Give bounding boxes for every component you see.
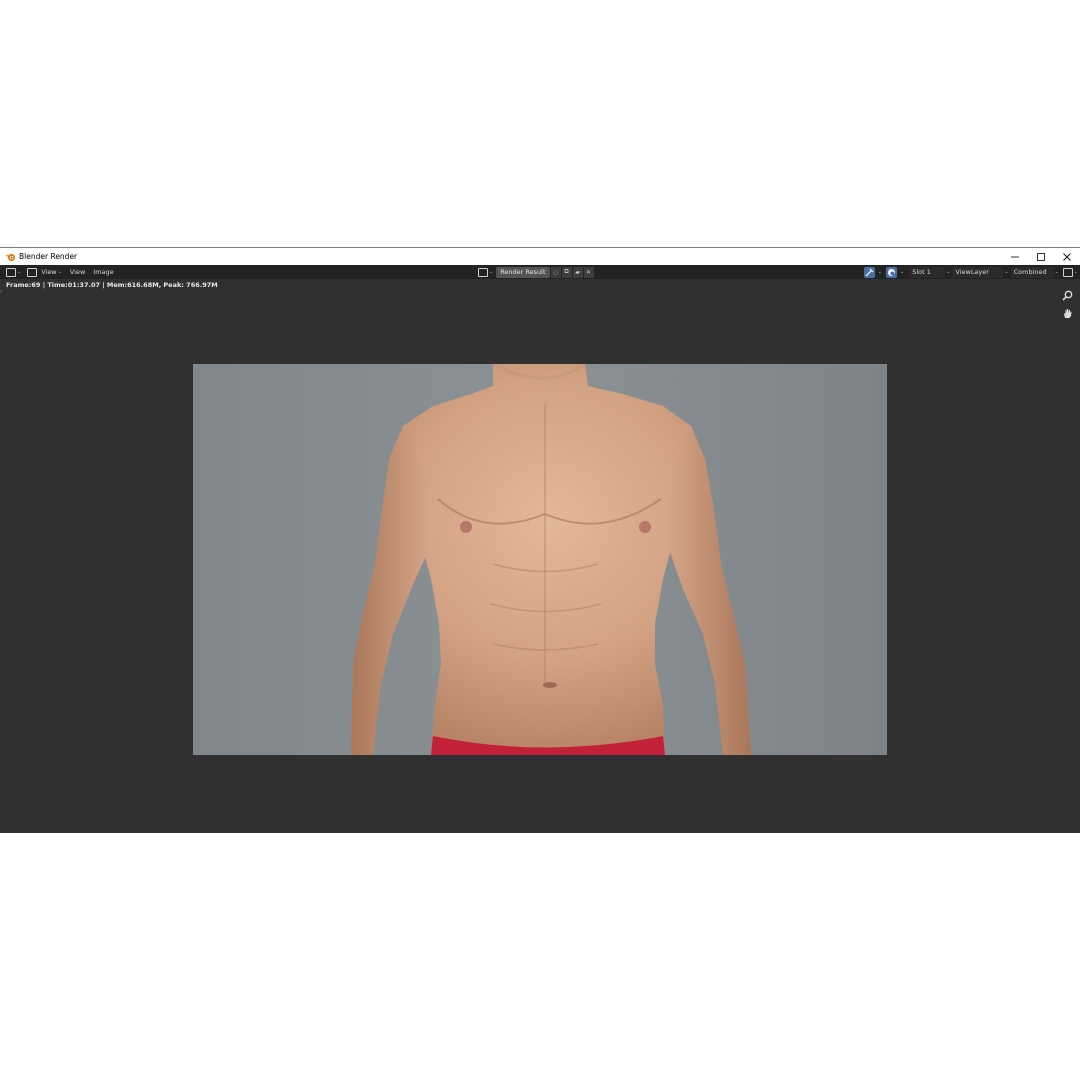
overlay-icon <box>1062 267 1073 277</box>
chevron-down-icon: ⌄ <box>489 269 494 275</box>
blender-logo-icon <box>4 251 16 263</box>
hand-pan-icon <box>1063 308 1071 318</box>
view-layer-dropdown[interactable]: ViewLayer <box>952 266 1004 278</box>
collapse-toolbar-arrow-icon[interactable]: › <box>0 288 2 295</box>
navigation-gizmos <box>1060 288 1074 324</box>
title-bar: Blender Render <box>0 248 1080 265</box>
maximize-icon <box>1037 252 1045 261</box>
torso-render <box>351 364 751 755</box>
slot-label: Slot 1 <box>912 268 931 276</box>
view-mode-button[interactable] <box>27 267 38 278</box>
chevron-down-icon: ⌄ <box>899 269 905 275</box>
chevron-down-icon: ⌄ <box>17 269 22 275</box>
close-icon: ✕ <box>585 268 592 276</box>
folder-icon: ▰ <box>575 268 580 276</box>
channels-icon <box>887 268 895 276</box>
chevron-down-icon: ⌄ <box>877 269 882 275</box>
sample-tool-button[interactable] <box>863 266 875 278</box>
duplicate-image-button[interactable]: ⧉ <box>561 266 572 278</box>
view-layer-label: ViewLayer <box>955 268 989 276</box>
chevron-down-icon: ⌄ <box>1004 269 1009 275</box>
close-icon <box>1063 252 1071 261</box>
image-editor-icon <box>6 267 16 277</box>
image-editor-header: ⌄ View ⌄ View Image ⌄ Render Result ◌ ⧉ … <box>0 265 1080 279</box>
pan-button[interactable] <box>1060 306 1074 320</box>
image-name-field[interactable]: Render Result <box>496 266 550 278</box>
chevron-down-icon: ⌄ <box>57 269 62 275</box>
chevron-down-icon: ⌄ <box>946 269 951 275</box>
chevron-down-icon: ⌄ <box>1073 269 1078 275</box>
image-browse-icon <box>478 267 488 277</box>
render-result-image <box>193 364 887 755</box>
unlink-image-button[interactable]: ✕ <box>583 266 594 278</box>
slot-dropdown[interactable]: Slot 1 <box>909 266 946 278</box>
zoom-button[interactable] <box>1060 288 1074 302</box>
open-image-button[interactable]: ▰ <box>572 266 583 278</box>
render-pass-dropdown[interactable]: Combined <box>1010 266 1054 278</box>
render-status-text: Frame:69 | Time:01:37.07 | Mem:616.68M, … <box>6 281 218 289</box>
image-selector: ⌄ Render Result ◌ ⧉ ▰ ✕ <box>478 266 594 278</box>
fake-user-button[interactable]: ◌ <box>550 266 561 278</box>
close-button[interactable] <box>1054 248 1080 265</box>
overlay-button[interactable]: ⌄ <box>1062 267 1078 278</box>
minimize-icon <box>1011 256 1019 257</box>
menu-image[interactable]: Image <box>89 268 117 276</box>
maximize-button[interactable] <box>1028 248 1054 265</box>
chevron-down-icon: ⌄ <box>1054 269 1059 275</box>
window-title: Blender Render <box>19 252 78 261</box>
blender-render-window: Blender Render ⌄ View ⌄ View Image ⌄ Ren… <box>0 247 1080 833</box>
render-pass-label: Combined <box>1013 268 1047 276</box>
zoom-icon <box>1061 290 1072 301</box>
duplicate-icon: ⧉ <box>564 268 569 275</box>
sample-icon <box>865 268 874 276</box>
display-channels-button[interactable] <box>885 266 897 278</box>
menu-view[interactable]: View <box>66 268 89 276</box>
shield-icon: ◌ <box>552 268 559 276</box>
header-right-controls: ⌄ ⌄ Slot 1 ⌄ ViewLayer ⌄ Combined ⌄ ⌄ <box>863 266 1078 278</box>
window-controls <box>1002 248 1080 265</box>
browse-image-button[interactable]: ⌄ <box>478 267 493 278</box>
image-mode-icon <box>27 267 38 277</box>
minimize-button[interactable] <box>1002 248 1028 265</box>
editor-type-button[interactable]: ⌄ <box>6 267 21 278</box>
